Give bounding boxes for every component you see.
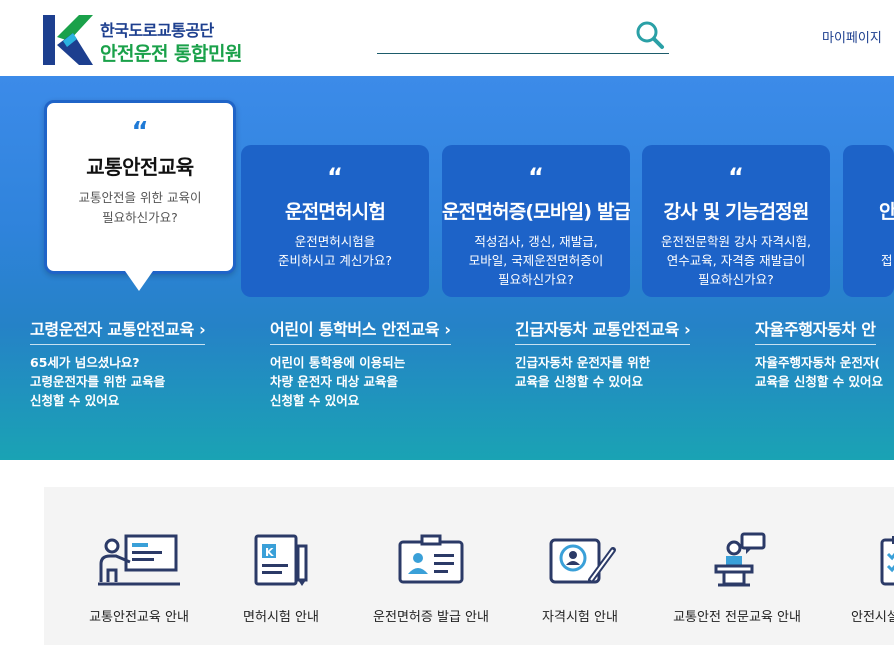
svg-text:K: K: [265, 546, 274, 559]
card-desc: 운전면허시험을 준비하시고 계신가요?: [277, 234, 393, 268]
logo-org-name: 한국도로교통공단: [100, 21, 214, 40]
checklist-icon: [880, 536, 894, 586]
service-traffic-education[interactable]: 교통안전교육 안내: [84, 532, 194, 625]
mypage-link[interactable]: 마이페이지: [822, 27, 882, 46]
service-label: 운전면허증 발급 안내: [373, 610, 489, 625]
hero-section: “ 교통안전교육 교통안전을 위한 교육이 필요하신가요? “ 운전면허시험 운…: [0, 76, 894, 460]
koroad-logo-icon: [43, 15, 93, 65]
card-desc: 적성검사, 갱신, 재발급, 모바일, 국제운전면허증이 필요하신가요?: [468, 234, 604, 287]
edu-desc: 긴급자동차 운전자를 위한 교육을 신청할 수 있어요: [515, 355, 651, 389]
service-label: 교통안전 전문교육 안내: [673, 610, 801, 625]
card-desc: 운전전문학원 강사 자격시험, 연수교육, 자격증 재발급이 필요하신가요?: [661, 234, 811, 287]
license-book-icon: K: [254, 534, 308, 586]
card-title: 운전면허시험: [284, 201, 386, 223]
card-partial[interactable]: 안 접: [843, 145, 894, 297]
service-license-test[interactable]: K 면허시험 안내: [236, 532, 326, 625]
service-label: 교통안전교육 안내: [89, 610, 189, 625]
card-title: 운전면허증(모바일) 발급: [442, 201, 630, 223]
quote-icon: “: [327, 163, 343, 191]
quote-icon: “: [528, 163, 544, 191]
site-logo[interactable]: 한국도로교통공단 안전운전 통합민원: [43, 15, 263, 67]
service-license-issue[interactable]: 운전면허증 발급 안내: [366, 532, 496, 625]
id-card-icon: [398, 534, 464, 584]
card-license-issue[interactable]: “ 운전면허증(모바일) 발급 적성검사, 갱신, 재발급, 모바일, 국제운전…: [442, 145, 630, 297]
card-title: 안: [879, 201, 894, 223]
service-label: 면허시험 안내: [243, 610, 319, 625]
presentation-icon: [98, 534, 180, 586]
edu-autonomous-vehicle[interactable]: 자율주행자동차 안 자율주행자동차 운전자( 교육을 신청할 수 있어요: [755, 316, 894, 391]
card-traffic-safety-education[interactable]: “ 교통안전교육 교통안전을 위한 교육이 필요하신가요?: [44, 100, 236, 291]
service-label: 안전시설: [851, 610, 894, 625]
edu-title: 자율주행자동차 안: [755, 316, 876, 345]
service-shortcuts: 교통안전교육 안내 K 면허시험 안내 운전면허증 발급 안내 자격시험 안내 …: [44, 487, 894, 645]
card-desc: 접: [881, 253, 893, 268]
edu-elderly-driver[interactable]: 고령운전자 교통안전교육 › 65세가 넘으셨나요? 고령운전자를 위한 교육을…: [30, 316, 206, 410]
speech-tail: [125, 271, 153, 291]
logo-service-name: 안전운전 통합민원: [100, 43, 242, 65]
site-header: 한국도로교통공단 안전운전 통합민원 마이페이지: [0, 0, 894, 76]
edu-title: 어린이 통학버스 안전교육 ›: [270, 316, 451, 345]
card-title: 교통안전교육: [86, 155, 194, 179]
edu-title: 긴급자동차 교통안전교육 ›: [515, 316, 691, 345]
lecturer-icon: [714, 532, 766, 587]
certificate-icon: [549, 538, 616, 584]
edu-desc: 자율주행자동차 운전자( 교육을 신청할 수 있어요: [755, 355, 884, 389]
quote-icon: “: [728, 163, 744, 191]
service-label: 자격시험 안내: [542, 610, 618, 625]
edu-desc: 65세가 넘으셨나요? 고령운전자를 위한 교육을 신청할 수 있어요: [30, 355, 166, 408]
search-bar: [377, 16, 669, 54]
card-title: 강사 및 기능검정원: [663, 201, 809, 223]
edu-emergency-vehicle[interactable]: 긴급자동차 교통안전교육 › 긴급자동차 운전자를 위한 교육을 신청할 수 있…: [515, 316, 691, 391]
card-desc: 교통안전을 위한 교육이 필요하신가요?: [78, 190, 202, 225]
card-license-test[interactable]: “ 운전면허시험 운전면허시험을 준비하시고 계신가요?: [241, 145, 429, 297]
search-icon[interactable]: [635, 20, 665, 50]
service-safety-facility[interactable]: 안전시설: [844, 532, 894, 625]
service-qualification-test[interactable]: 자격시험 안내: [532, 532, 628, 625]
search-input[interactable]: [377, 20, 631, 50]
quote-icon: [843, 167, 894, 187]
edu-school-bus[interactable]: 어린이 통학버스 안전교육 › 어린이 통학용에 이용되는 차량 운전자 대상 …: [270, 316, 451, 410]
card-instructor[interactable]: “ 강사 및 기능검정원 운전전문학원 강사 자격시험, 연수교육, 자격증 재…: [642, 145, 830, 297]
service-professional-education[interactable]: 교통안전 전문교육 안내: [662, 532, 812, 625]
quote-icon: “: [131, 117, 149, 147]
edu-desc: 어린이 통학용에 이용되는 차량 운전자 대상 교육을 신청할 수 있어요: [270, 355, 406, 408]
edu-title: 고령운전자 교통안전교육 ›: [30, 316, 206, 345]
